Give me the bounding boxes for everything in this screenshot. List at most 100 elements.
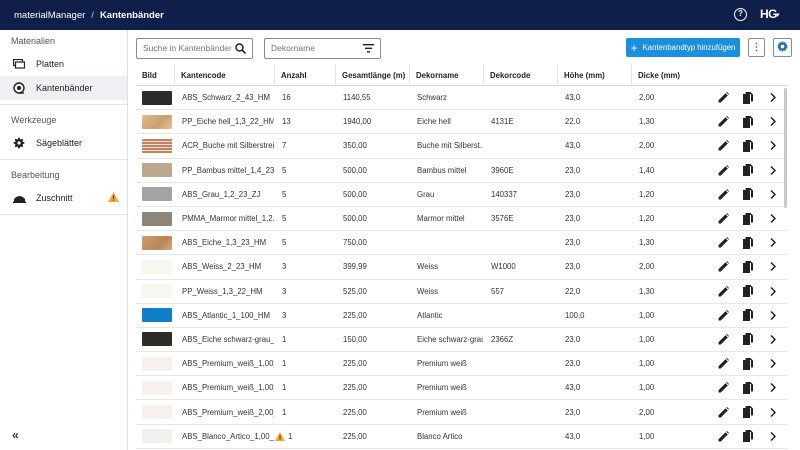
decor-code: 3576E <box>491 214 514 224</box>
edit-icon[interactable] <box>718 255 729 278</box>
edit-icon[interactable] <box>718 280 729 303</box>
copy-icon[interactable] <box>743 400 753 423</box>
table-row[interactable]: ABS_Schwarz_2_43_HM 16 1140,55 Schwarz 43,0 2… <box>136 86 788 111</box>
table-row[interactable]: ABS_Premium_weiß_1,00_... 1 225,00 Premium … <box>136 352 788 377</box>
edit-icon[interactable] <box>718 376 729 399</box>
table-row[interactable]: PP_Weiss_1,3_22_HM 3 525,00 Weiss 557 22,0 1,3… <box>136 280 788 304</box>
settings-button[interactable] <box>773 38 792 57</box>
more-options-button[interactable]: ⋮ <box>748 38 765 57</box>
chevron-down-icon[interactable]: ▾ <box>776 11 780 19</box>
decor-name-cell: Blanco Artico <box>409 425 483 448</box>
chevron-right-icon[interactable] <box>770 280 776 303</box>
column-header-length[interactable]: Gesamtlänge (m) <box>335 64 409 86</box>
table-row[interactable]: PP_Eiche hell_1,3_22_HM 13 1940,00 Eiche he… <box>136 110 788 135</box>
table-row[interactable]: ABS_Weiss_2_23_HM 3 399,99 Weiss W1000 23,0 2,… <box>136 255 788 280</box>
edit-icon[interactable] <box>718 231 729 254</box>
table-row[interactable]: ABS_Eiche schwarz-grau_... 1 150,00 Eiche s… <box>136 328 788 353</box>
search-icon[interactable] <box>235 43 247 56</box>
edit-icon[interactable] <box>718 304 729 327</box>
edit-icon[interactable] <box>718 425 729 448</box>
edit-icon[interactable] <box>718 207 729 230</box>
chevron-right-icon[interactable] <box>770 159 776 182</box>
thickness-cell: 2,00 <box>631 86 701 109</box>
column-header-code[interactable]: Kantencode <box>174 64 274 86</box>
copy-icon[interactable] <box>743 425 753 448</box>
edit-icon[interactable] <box>718 183 729 206</box>
table-row[interactable]: ABS_Atlantic_1_100_HM 3 225,00 Atlantic 100,… <box>136 304 788 328</box>
height-cell: 43,0 <box>557 425 631 448</box>
chevron-right-icon[interactable] <box>770 255 776 278</box>
sidebar-item-kantenbaender[interactable]: Kantenbänder <box>0 76 127 100</box>
edit-icon[interactable] <box>718 352 729 375</box>
edgeband-code-cell: ABS_Atlantic_1_100_HM <box>174 304 274 327</box>
copy-icon[interactable] <box>743 280 753 303</box>
search-input[interactable] <box>143 43 231 53</box>
company-logo[interactable]: HG <box>760 7 778 21</box>
count-cell: 5 <box>274 159 335 182</box>
chevron-right-icon[interactable] <box>770 183 776 206</box>
copy-icon[interactable] <box>743 376 753 399</box>
column-header-decor-code[interactable]: Dekorcode <box>483 64 557 86</box>
edit-icon[interactable] <box>718 400 729 423</box>
copy-icon[interactable] <box>743 183 753 206</box>
chevron-right-icon[interactable] <box>770 376 776 399</box>
total-length: 1140,55 <box>343 93 371 103</box>
decor-filter-field[interactable] <box>264 38 381 59</box>
copy-icon[interactable] <box>743 352 753 375</box>
chevron-right-icon[interactable] <box>770 86 776 109</box>
chevron-right-icon[interactable] <box>770 110 776 133</box>
chevron-right-icon[interactable] <box>770 207 776 230</box>
chevron-right-icon[interactable] <box>770 134 776 157</box>
edit-icon[interactable] <box>718 86 729 109</box>
copy-icon[interactable] <box>743 110 753 133</box>
edit-icon[interactable] <box>718 134 729 157</box>
edgeband-swatch <box>142 429 172 444</box>
copy-icon[interactable] <box>743 231 753 254</box>
chevron-right-icon[interactable] <box>770 304 776 327</box>
chevron-right-icon[interactable] <box>770 425 776 448</box>
decor-name: Blanco Artico <box>417 431 463 441</box>
edit-icon[interactable] <box>718 328 729 351</box>
table-row[interactable]: ABS_Blanco_Artico_1,00_... 1 225,00 Blanco … <box>136 425 788 449</box>
copy-icon[interactable] <box>743 255 753 278</box>
edit-icon[interactable] <box>718 159 729 182</box>
chevron-right-icon[interactable] <box>770 328 776 351</box>
table-row[interactable]: ABS_Premium_weiß_1,00_... 1 225,00 Premium … <box>136 376 788 401</box>
column-header-decor[interactable]: Dekorname <box>409 64 483 86</box>
chevron-right-icon[interactable] <box>770 400 776 423</box>
decor-filter-input[interactable] <box>271 43 359 53</box>
filter-icon[interactable] <box>363 44 374 55</box>
chevron-right-icon[interactable] <box>770 352 776 375</box>
table-row[interactable]: PP_Bambus mittel_1,4_23... 5 500,00 Bambus … <box>136 159 788 183</box>
help-icon[interactable]: ? <box>734 8 747 21</box>
sidebar-item-saegeblaetter[interactable]: Sägeblätter <box>0 131 127 155</box>
table-row[interactable]: ABS_Grau_1,2_23_ZJ 5 500,00 Grau 140337 23,0 1… <box>136 183 788 207</box>
copy-icon[interactable] <box>743 134 753 157</box>
sidebar-item-platten[interactable]: Platten <box>0 52 127 76</box>
copy-icon[interactable] <box>743 328 753 351</box>
column-header-image[interactable]: Bild <box>136 64 174 86</box>
app-name[interactable]: materialManager <box>14 10 85 21</box>
height-cell: 43,0 <box>557 376 631 399</box>
search-field[interactable] <box>136 38 253 59</box>
copy-icon[interactable] <box>743 159 753 182</box>
column-header-thickness[interactable]: Dicke (mm) <box>631 64 711 86</box>
copy-icon[interactable] <box>743 304 753 327</box>
edgeband-code: ABS_Atlantic_1_100_HM <box>182 310 270 320</box>
table-scrollbar[interactable] <box>784 88 787 208</box>
sidebar-item-zuschnitt[interactable]: Zuschnitt <box>0 186 127 210</box>
collapse-sidebar-button[interactable]: « <box>12 428 19 442</box>
copy-icon[interactable] <box>743 207 753 230</box>
table-row[interactable]: PMMA_Marmor mittel_1,2... 5 500,00 Marmor m… <box>136 207 788 232</box>
page-title: Kantenbänder <box>99 9 164 21</box>
chevron-right-icon[interactable] <box>770 231 776 254</box>
table-row[interactable]: ACR_Buche mit Silberstreif... 7 350,00 Buch… <box>136 134 788 159</box>
edit-icon[interactable] <box>718 110 729 133</box>
column-header-count[interactable]: Anzahl <box>274 64 335 86</box>
table-row[interactable]: ABS_Eiche_1,3_23_HM 5 750,00 23,0 1,30 <box>136 231 788 256</box>
copy-icon[interactable] <box>743 86 753 109</box>
column-header-height[interactable]: Höhe (mm) <box>557 64 631 86</box>
decor-name-cell: Buche mit Silberst... <box>409 134 483 157</box>
table-row[interactable]: ABS_Premium_weiß_2,00_... 1 225,00 Premium … <box>136 400 788 425</box>
add-edgeband-type-button[interactable]: + Kantenbandtyp hinzufügen <box>626 38 740 57</box>
